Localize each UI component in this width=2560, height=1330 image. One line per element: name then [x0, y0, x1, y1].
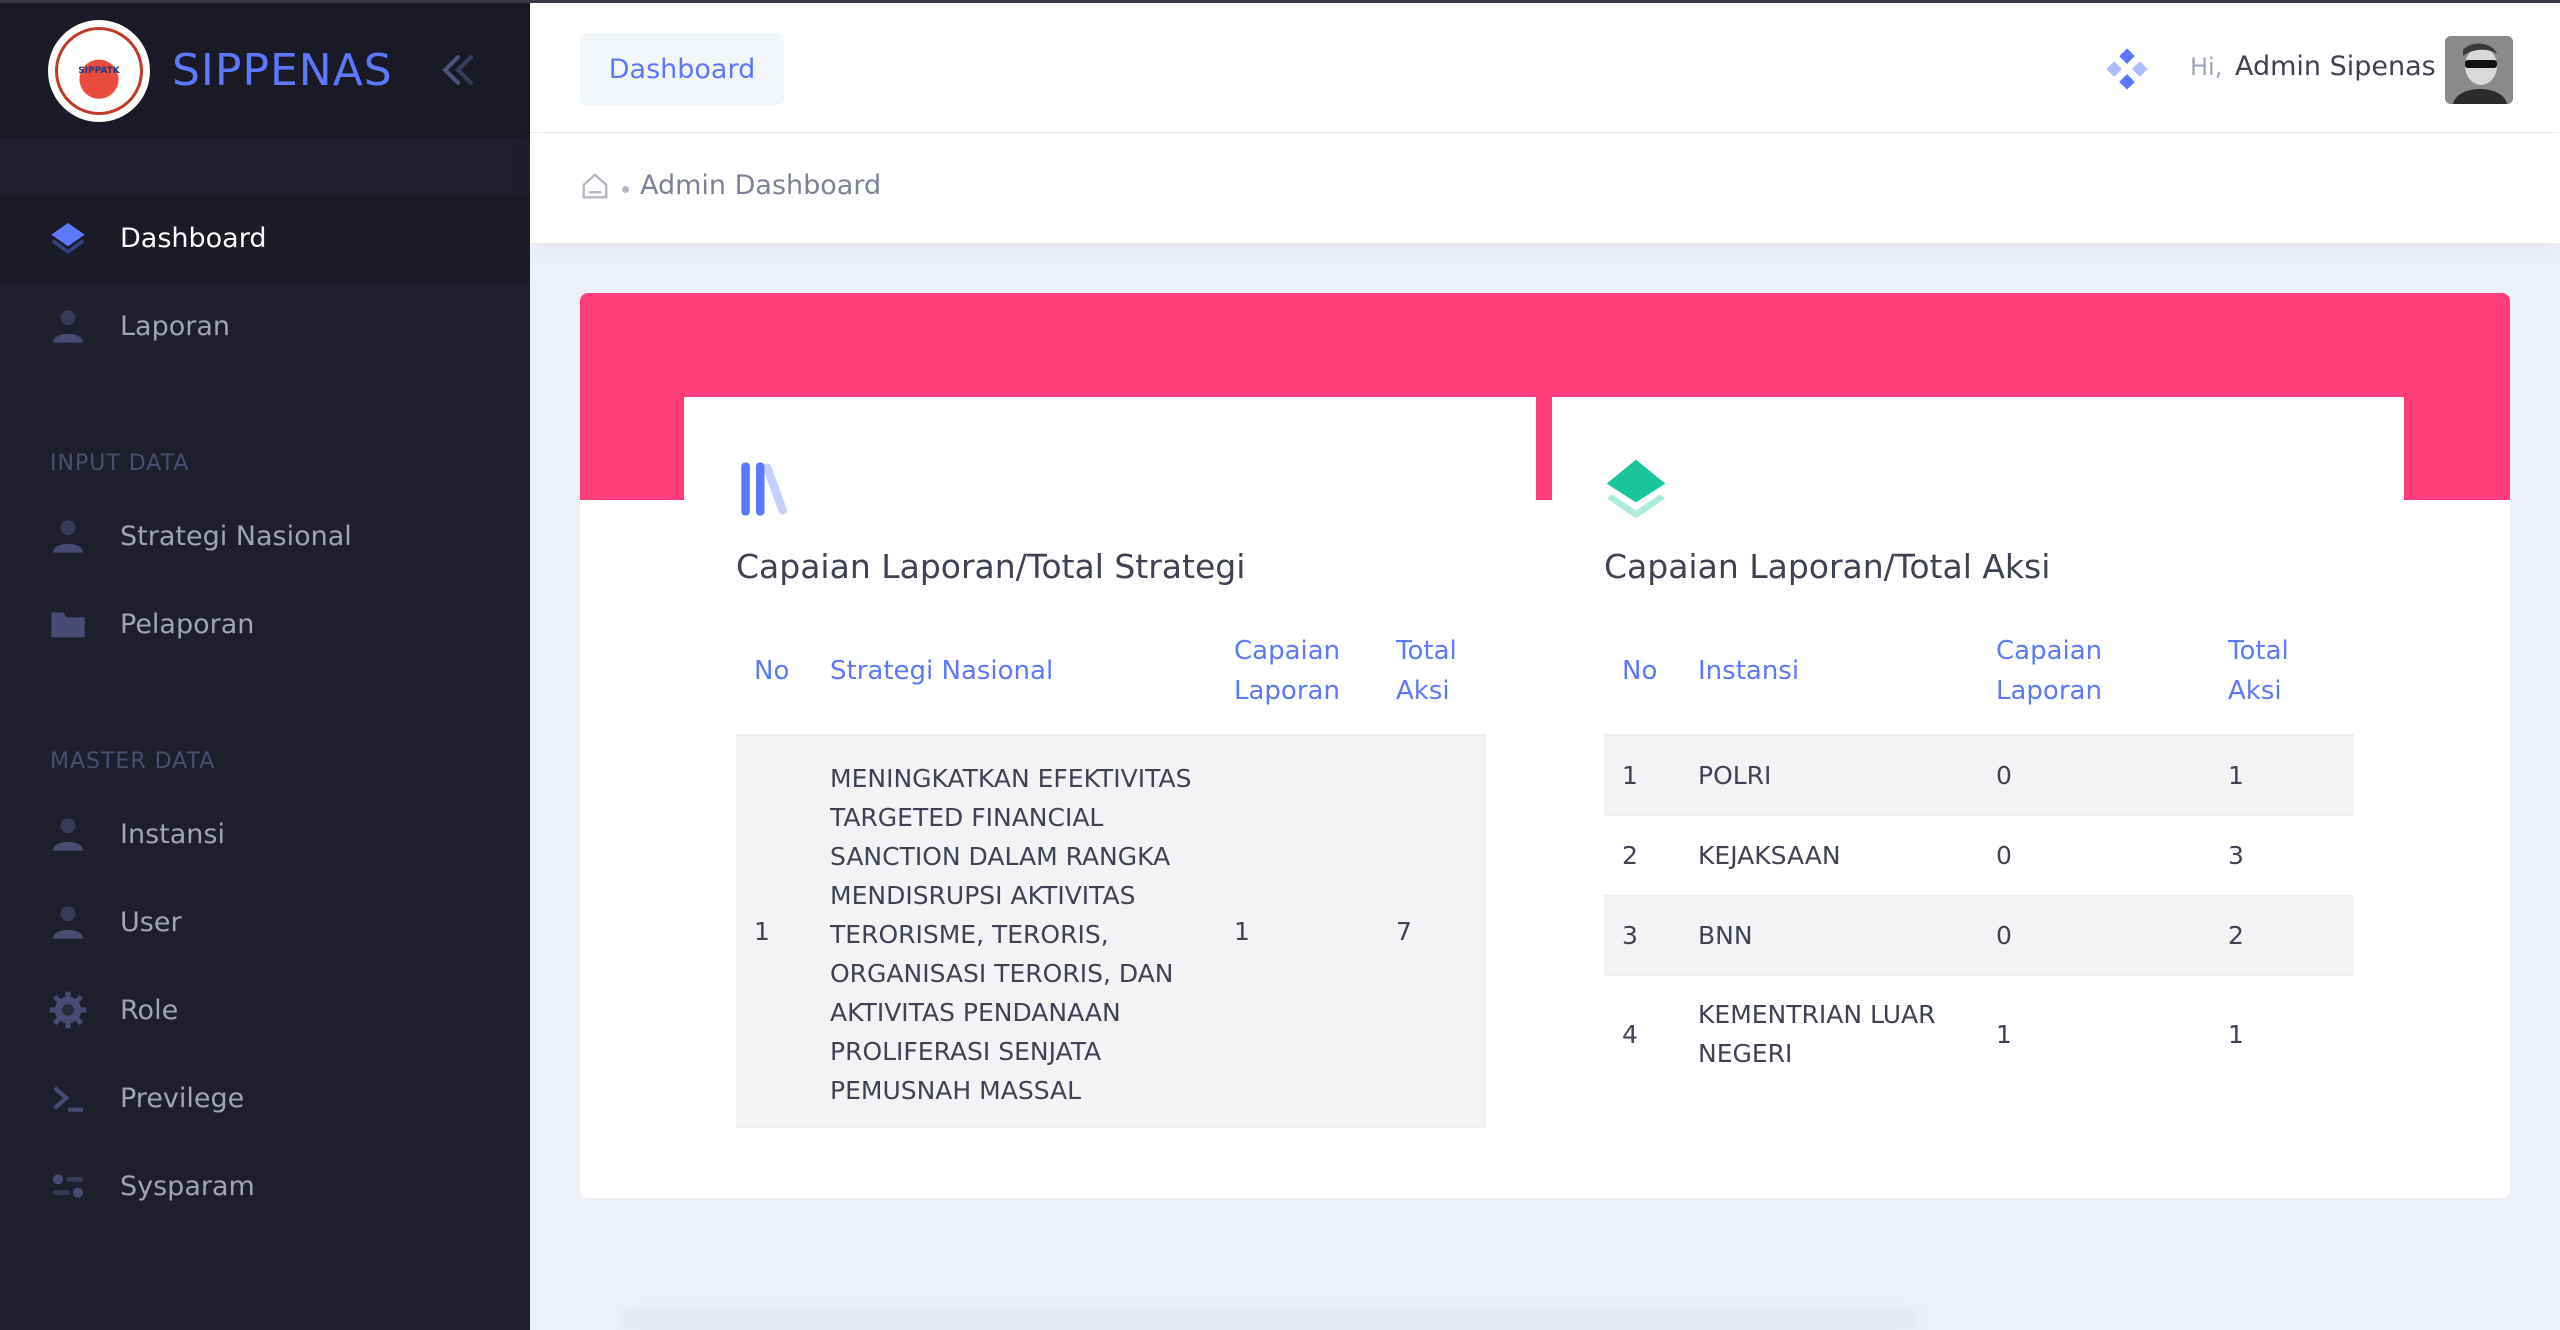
- cell-no: 3: [1604, 895, 1680, 976]
- sidebar-item-laporan[interactable]: Laporan: [0, 282, 530, 370]
- cell-instansi: KEMENTRIAN LUAR NEGERI: [1698, 1000, 1936, 1069]
- col-header-no[interactable]: No: [1604, 607, 1680, 736]
- col-header-total[interactable]: Total Aksi: [2210, 607, 2354, 736]
- sidebar-item-label: Dashboard: [120, 222, 267, 254]
- sidebar-item-label: Laporan: [120, 310, 231, 342]
- col-header-no[interactable]: No: [736, 607, 812, 736]
- cell-capaian: 0: [1978, 735, 2210, 816]
- cell-no: 1: [736, 735, 812, 1128]
- cell-instansi: KEJAKSAAN: [1680, 815, 1978, 896]
- cell-instansi: BNN: [1680, 895, 1978, 976]
- table-row[interactable]: 2 KEJAKSAAN 0 3: [1604, 815, 2354, 896]
- gear-icon: [49, 991, 87, 1029]
- terminal-icon: [53, 1086, 83, 1112]
- table-row[interactable]: 1 MENINGKATKAN EFEKTIVITAS TARGETED FINA…: [736, 735, 1486, 1128]
- cell-capaian: 0: [1978, 815, 2210, 896]
- strategy-card-title: Capaian Laporan/Total Strategi: [736, 547, 1246, 586]
- section-title-input-data: INPUT DATA: [50, 451, 190, 476]
- dashboard-card: Capaian Laporan/Total Strategi No Strate…: [580, 293, 2510, 1198]
- col-header-capaian[interactable]: Capaian Laporan: [1978, 607, 2210, 736]
- greeting-text: Hi,: [2190, 53, 2223, 81]
- table-row[interactable]: 4 KEMENTRIAN LUAR NEGERI 1 1: [1604, 975, 2354, 1093]
- home-icon[interactable]: [580, 171, 610, 201]
- cell-total: 7: [1378, 735, 1486, 1128]
- aksi-table: No Instansi Capaian Laporan Total Aksi 1 P…: [1604, 607, 2354, 1093]
- table-row[interactable]: 3 BNN 0 2: [1604, 895, 2354, 976]
- sidebar-item-user[interactable]: User: [0, 878, 530, 966]
- sidebar-item-label: User: [120, 906, 182, 938]
- col-header-strategi[interactable]: Strategi Nasional: [812, 607, 1216, 736]
- strategy-stat-card: Capaian Laporan/Total Strategi No Strate…: [684, 397, 1536, 1187]
- sidebar-item-dashboard[interactable]: Dashboard: [0, 194, 530, 282]
- avatar-image: [2445, 36, 2513, 104]
- section-title-master-data: MASTER DATA: [50, 749, 216, 774]
- sidebar-item-label: Instansi: [120, 818, 225, 850]
- sidebar-menu: Dashboard Laporan INPUT DATA Strategi Na…: [0, 138, 530, 1230]
- aksi-card-title: Capaian Laporan/Total Aksi: [1604, 547, 2051, 586]
- user-icon: [53, 906, 83, 939]
- user-icon: [53, 520, 83, 553]
- header-tab-dashboard[interactable]: Dashboard: [580, 33, 784, 105]
- sidebar: SIPPATK SIPPENAS Dashboard Laporan INPUT…: [0, 0, 530, 1330]
- folder-icon: [51, 612, 85, 638]
- sidebar-item-label: Pelaporan: [120, 608, 255, 640]
- cell-capaian: 1: [1216, 735, 1378, 1128]
- library-icon: [741, 462, 787, 516]
- sidebar-item-pelaporan[interactable]: Pelaporan: [0, 580, 530, 668]
- quick-actions-icon[interactable]: [2105, 47, 2149, 91]
- cell-strategi: MENINGKATKAN EFEKTIVITAS TARGETED FINANC…: [812, 735, 1216, 1128]
- cell-no: 4: [1622, 1019, 1638, 1049]
- cell-total: 3: [2210, 815, 2354, 896]
- strategy-table: No Strategi Nasional Capaian Laporan Tota…: [736, 607, 1486, 1128]
- table-row[interactable]: 1 POLRI 0 1: [1604, 735, 2354, 816]
- sidebar-item-label: Previlege: [120, 1082, 245, 1114]
- cell-instansi: POLRI: [1680, 735, 1978, 816]
- user-icon: [53, 818, 83, 851]
- sidebar-item-role[interactable]: Role: [0, 966, 530, 1054]
- breadcrumb-current: Admin Dashboard: [640, 170, 882, 201]
- layers-icon: [1606, 459, 1666, 519]
- toggle-icon: [53, 1174, 83, 1198]
- cell-total: 2: [2210, 895, 2354, 976]
- avatar[interactable]: [2445, 36, 2513, 104]
- layers-icon: [51, 223, 85, 254]
- col-header-total[interactable]: Total Aksi: [1378, 607, 1486, 736]
- brand-name[interactable]: SIPPENAS: [172, 45, 393, 96]
- cell-no: 1: [1604, 735, 1680, 816]
- cell-capaian: 1: [1996, 1019, 2012, 1049]
- subheader: Admin Dashboard: [530, 133, 2560, 243]
- collapse-sidebar-icon[interactable]: [436, 48, 480, 92]
- cell-total: 1: [2210, 735, 2354, 816]
- breadcrumb-separator: [622, 186, 629, 193]
- aksi-stat-card: Capaian Laporan/Total Aksi No Instansi C…: [1552, 397, 2404, 1187]
- next-card-edge: [620, 1310, 1920, 1330]
- sidebar-item-label: Strategi Nasional: [120, 520, 352, 552]
- cell-no: 2: [1604, 815, 1680, 896]
- brand: SIPPATK SIPPENAS: [0, 0, 530, 138]
- logo-emblem: SIPPATK: [55, 26, 143, 115]
- cell-total: 1: [2228, 1019, 2244, 1049]
- col-header-capaian[interactable]: Capaian Laporan: [1216, 607, 1378, 736]
- user-name[interactable]: Admin Sipenas: [2235, 51, 2436, 82]
- sidebar-item-strategi-nasional[interactable]: Strategi Nasional: [0, 492, 530, 580]
- sidebar-item-label: Sysparam: [120, 1170, 255, 1202]
- sidebar-item-previlege[interactable]: Previlege: [0, 1054, 530, 1142]
- top-header: Dashboard Hi, Admin Sipenas: [530, 0, 2560, 133]
- brand-logo[interactable]: SIPPATK: [48, 19, 150, 122]
- sidebar-item-label: Role: [120, 994, 179, 1026]
- user-icon: [53, 310, 83, 343]
- sidebar-item-instansi[interactable]: Instansi: [0, 790, 530, 878]
- sidebar-item-sysparam[interactable]: Sysparam: [0, 1142, 530, 1230]
- cell-capaian: 0: [1978, 895, 2210, 976]
- col-header-instansi[interactable]: Instansi: [1680, 607, 1978, 736]
